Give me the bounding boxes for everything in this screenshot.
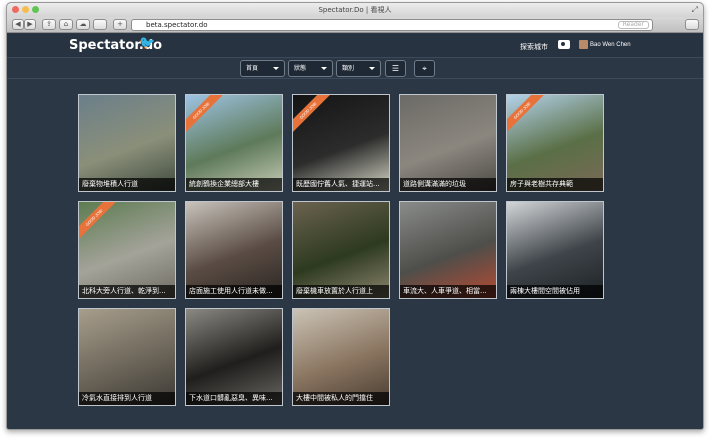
report-photo bbox=[79, 309, 175, 405]
back-button[interactable]: ◀ bbox=[12, 19, 24, 30]
zoom-window-button[interactable] bbox=[32, 6, 39, 13]
category-dropdown-label: 類別 bbox=[342, 65, 355, 72]
browser-window: Spectator.Do | 看視人 ⤢ ◀ ▶ ⇪ ⌂ ☁ + beta.sp… bbox=[6, 2, 704, 430]
close-window-button[interactable] bbox=[12, 6, 19, 13]
report-caption: 大樓中間被私人的門擋住 bbox=[293, 392, 389, 405]
filter-bar: 首頁 狀態 類別 ☰ ⌖ bbox=[7, 59, 703, 79]
report-tile[interactable]: GOOD JOB! 北科大旁人行道、乾淨到... bbox=[78, 201, 176, 299]
report-caption: 兩棟大樓間空間被佔用 bbox=[507, 285, 603, 298]
browser-toolbar: ◀ ▶ ⇪ ⌂ ☁ + beta.spectator.do Reader bbox=[7, 17, 703, 33]
reading-list-button[interactable] bbox=[93, 19, 107, 30]
report-tile[interactable]: GOOD JOB! 既歷國佇舊人氣、捷運站... bbox=[292, 94, 390, 192]
url-text: beta.spectator.do bbox=[146, 21, 208, 29]
report-photo bbox=[507, 202, 603, 298]
report-photo bbox=[400, 95, 496, 191]
list-view-button[interactable]: ☰ bbox=[385, 60, 406, 77]
state-dropdown[interactable]: 狀態 bbox=[288, 60, 333, 77]
report-caption: 房子與老樹共存典範 bbox=[507, 178, 603, 191]
report-photo bbox=[400, 202, 496, 298]
list-icon: ☰ bbox=[391, 64, 400, 73]
report-tile[interactable]: 冷氣水直接排到人行道 bbox=[78, 308, 176, 406]
report-photo bbox=[79, 95, 175, 191]
report-tile[interactable]: 廢棄機車放置於人行道上 bbox=[292, 201, 390, 299]
report-tile[interactable]: GOOD JOB! 統創鶴換企業總部大樓 bbox=[185, 94, 283, 192]
report-caption: 店面施工使用人行道未做... bbox=[186, 285, 282, 298]
report-tile[interactable]: 廢棄物堆積人行道 bbox=[78, 94, 176, 192]
report-tile[interactable]: 兩棟大樓間空間被佔用 bbox=[506, 201, 604, 299]
report-photo bbox=[186, 202, 282, 298]
fullscreen-icon[interactable]: ⤢ bbox=[692, 5, 698, 15]
camera-icon[interactable] bbox=[558, 40, 570, 49]
report-caption: 廢棄物堆積人行道 bbox=[79, 178, 175, 191]
home-dropdown-label: 首頁 bbox=[246, 65, 259, 72]
chevron-down-icon bbox=[273, 67, 279, 70]
map-pin-icon: ⌖ bbox=[422, 64, 427, 73]
report-tile[interactable]: 車流大、人車爭道、相當... bbox=[399, 201, 497, 299]
report-tile[interactable]: 店面施工使用人行道未做... bbox=[185, 201, 283, 299]
chevron-down-icon bbox=[369, 67, 375, 70]
add-bookmark-button[interactable]: + bbox=[113, 19, 127, 30]
site-header: Spectator.do 🐦 探索城市 Bao Wen Chen bbox=[7, 34, 703, 58]
home-button[interactable]: ⌂ bbox=[59, 19, 73, 30]
report-caption: 既歷國佇舊人氣、捷運站... bbox=[293, 178, 389, 191]
window-title: Spectator.Do | 看視人 bbox=[318, 6, 392, 14]
reader-button[interactable]: Reader bbox=[617, 21, 649, 29]
icloud-tabs-button[interactable]: ☁ bbox=[76, 19, 90, 30]
bird-logo-icon: 🐦 bbox=[139, 36, 156, 51]
avatar[interactable] bbox=[579, 40, 588, 49]
report-grid: 廢棄物堆積人行道 GOOD JOB! 統創鶴換企業總部大樓 GOOD JOB! 既歷國佇… bbox=[78, 94, 608, 414]
report-tile[interactable]: 下水道口髒亂惡臭、異味... bbox=[185, 308, 283, 406]
report-caption: 冷氣水直接排到人行道 bbox=[79, 392, 175, 405]
address-bar[interactable]: beta.spectator.do Reader bbox=[131, 19, 653, 31]
report-caption: 下水道口髒亂惡臭、異味... bbox=[186, 392, 282, 405]
share-button[interactable]: ⇪ bbox=[42, 19, 56, 30]
report-caption: 廢棄機車放置於人行道上 bbox=[293, 285, 389, 298]
chevron-down-icon bbox=[321, 67, 327, 70]
report-tile[interactable]: 道路側溝滿滿的垃圾 bbox=[399, 94, 497, 192]
category-dropdown[interactable]: 類別 bbox=[336, 60, 381, 77]
minimize-window-button[interactable] bbox=[22, 6, 29, 13]
report-photo bbox=[293, 309, 389, 405]
home-dropdown[interactable]: 首頁 bbox=[240, 60, 285, 77]
report-tile[interactable]: 大樓中間被私人的門擋住 bbox=[292, 308, 390, 406]
report-caption: 車流大、人車爭道、相當... bbox=[400, 285, 496, 298]
downloads-button[interactable] bbox=[685, 19, 699, 30]
explore-city-link[interactable]: 探索城市 bbox=[520, 42, 548, 52]
report-tile[interactable]: GOOD JOB! 房子與老樹共存典範 bbox=[506, 94, 604, 192]
report-caption: 道路側溝滿滿的垃圾 bbox=[400, 178, 496, 191]
report-photo bbox=[293, 202, 389, 298]
title-bar: Spectator.Do | 看視人 ⤢ bbox=[7, 3, 703, 17]
username-link[interactable]: Bao Wen Chen bbox=[590, 42, 631, 48]
report-photo bbox=[186, 309, 282, 405]
forward-button[interactable]: ▶ bbox=[24, 19, 36, 30]
state-dropdown-label: 狀態 bbox=[294, 65, 307, 72]
report-caption: 北科大旁人行道、乾淨到... bbox=[79, 285, 175, 298]
map-view-button[interactable]: ⌖ bbox=[414, 60, 435, 77]
report-caption: 統創鶴換企業總部大樓 bbox=[186, 178, 282, 191]
